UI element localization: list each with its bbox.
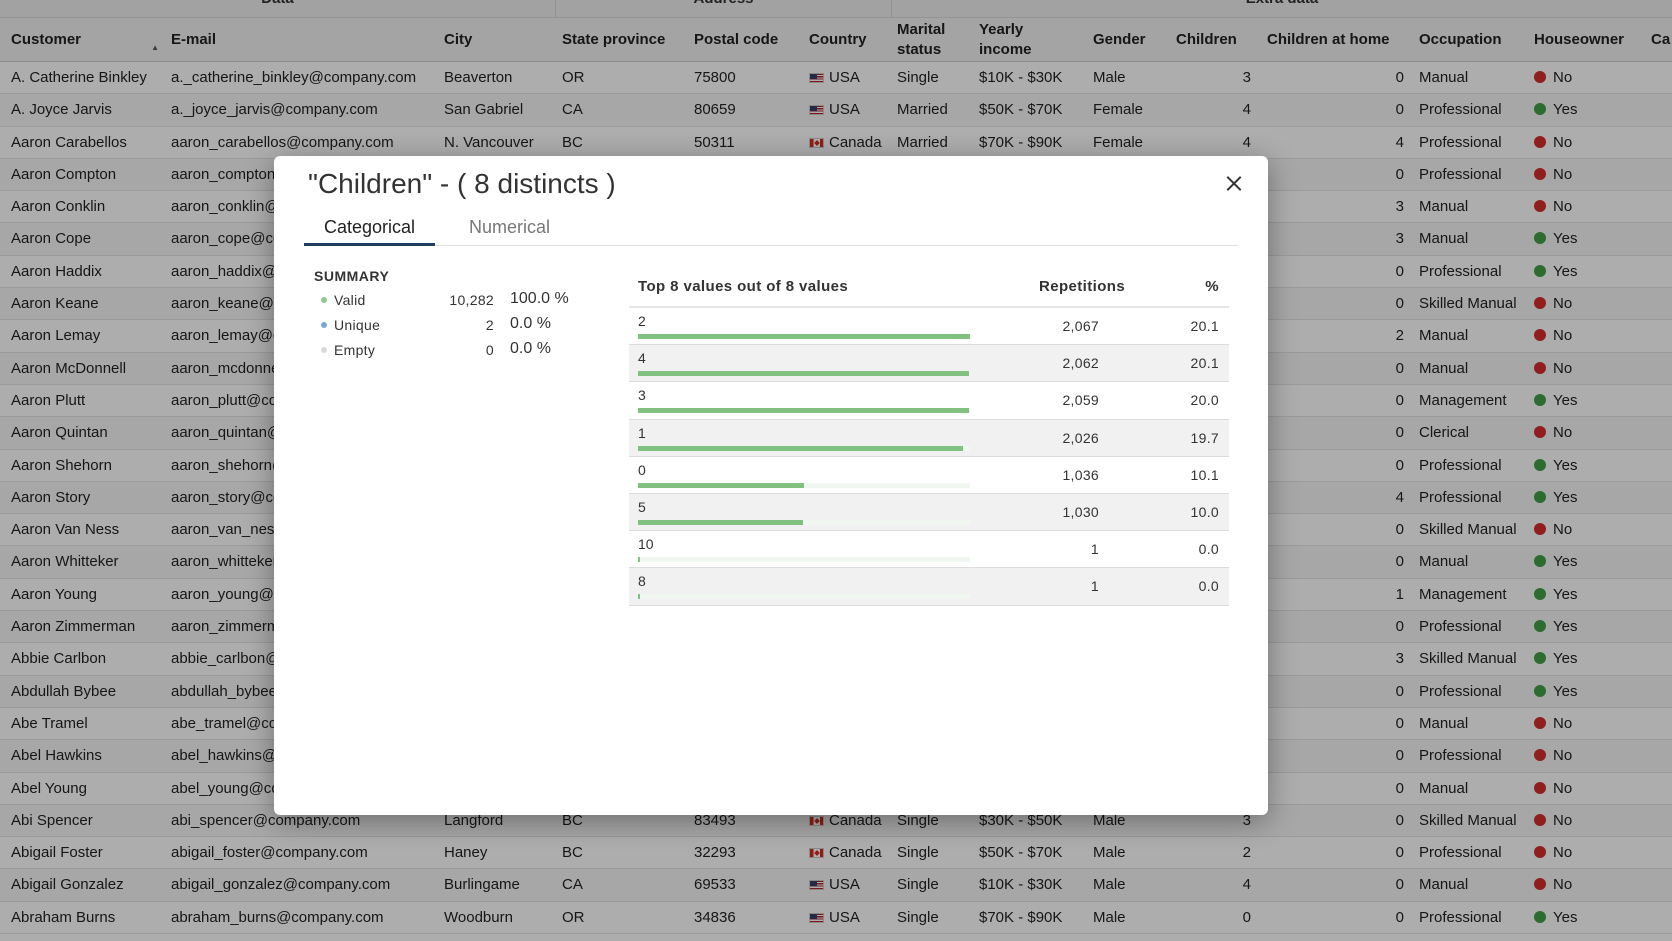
value-label: 2 bbox=[638, 313, 646, 329]
repetitions-value: 2,062 bbox=[1062, 355, 1099, 372]
percent-header[interactable]: % bbox=[1205, 278, 1219, 295]
summary-percent: 0.0 % bbox=[510, 315, 551, 332]
frequency-bar-track bbox=[638, 445, 970, 451]
percent-value: 10.0 bbox=[1190, 503, 1219, 520]
summary-row-valid: Valid 10,282 100.0 % bbox=[314, 290, 574, 315]
frequency-bar-track bbox=[638, 519, 970, 525]
frequency-bar bbox=[638, 557, 640, 563]
frequency-bar-track bbox=[638, 371, 970, 377]
value-row[interactable]: 3 2,059 20.0 bbox=[629, 382, 1229, 420]
percent-value: 19.7 bbox=[1190, 429, 1219, 446]
frequency-bar bbox=[638, 519, 804, 525]
frequency-bar bbox=[638, 334, 970, 339]
summary-label: Unique bbox=[334, 317, 381, 333]
value-row[interactable]: 5 1,030 10.0 bbox=[629, 493, 1229, 532]
percent-value: 10.1 bbox=[1190, 466, 1219, 483]
frequency-bar-track bbox=[638, 594, 970, 600]
percent-value: 20.0 bbox=[1190, 392, 1219, 409]
summary-row-empty: Empty 0 0.0 % bbox=[314, 340, 574, 365]
summary-count: 2 bbox=[485, 317, 494, 333]
value-row[interactable]: 10 1 0.0 bbox=[629, 531, 1229, 569]
value-label: 5 bbox=[638, 498, 646, 515]
tab-categorical[interactable]: Categorical bbox=[304, 212, 436, 246]
bullet-dot-icon bbox=[321, 297, 327, 303]
value-label: 0 bbox=[638, 461, 646, 478]
column-stats-dialog: "Children" - ( 8 distincts ) Categorical… bbox=[274, 156, 1268, 815]
value-label: 10 bbox=[638, 536, 654, 553]
value-row[interactable]: 0 1,036 10.1 bbox=[629, 457, 1229, 494]
summary-percent: 100.0 % bbox=[510, 290, 569, 307]
value-label: 1 bbox=[638, 424, 646, 441]
frequency-bar-track bbox=[638, 557, 970, 563]
top-values-header: Top 8 values out of 8 values Repetitions… bbox=[629, 266, 1229, 308]
summary-count: 0 bbox=[485, 342, 494, 358]
value-label: 3 bbox=[638, 387, 646, 404]
close-icon[interactable] bbox=[1220, 170, 1248, 198]
summary-row-unique: Unique 2 0.0 % bbox=[314, 315, 574, 340]
repetitions-value: 1 bbox=[1090, 578, 1099, 595]
dialog-tabs: Categorical Numerical bbox=[304, 212, 1238, 246]
frequency-bar-track bbox=[638, 408, 970, 414]
frequency-bar-track bbox=[638, 482, 970, 488]
summary-panel: SUMMARY Valid 10,282 100.0 % Unique 2 0.0 % Em… bbox=[314, 268, 574, 365]
values-header: Top 8 values out of 8 values bbox=[638, 278, 849, 295]
percent-value: 0.0 bbox=[1198, 578, 1219, 595]
summary-percent: 0.0 % bbox=[510, 340, 551, 357]
bullet-dot-icon bbox=[321, 347, 327, 353]
repetitions-value: 2,026 bbox=[1062, 429, 1099, 446]
summary-title: SUMMARY bbox=[314, 268, 390, 284]
frequency-bar bbox=[638, 408, 969, 414]
value-row[interactable]: 2 2,067 20.1 bbox=[629, 308, 1229, 346]
repetitions-value: 1,030 bbox=[1062, 503, 1099, 520]
percent-value: 0.0 bbox=[1198, 541, 1219, 558]
repetitions-value: 2,059 bbox=[1062, 392, 1099, 409]
frequency-bar bbox=[638, 594, 640, 600]
repetitions-value: 1,036 bbox=[1062, 466, 1099, 483]
bullet-dot-icon bbox=[321, 322, 327, 328]
value-row[interactable]: 1 2,026 19.7 bbox=[629, 419, 1229, 457]
value-label: 8 bbox=[638, 573, 646, 590]
repetitions-value: 1 bbox=[1090, 541, 1099, 558]
repetitions-header[interactable]: Repetitions bbox=[1039, 278, 1125, 295]
value-row[interactable]: 8 1 0.0 bbox=[629, 568, 1229, 606]
value-row[interactable]: 4 2,062 20.1 bbox=[629, 345, 1229, 383]
frequency-bar bbox=[638, 371, 970, 377]
frequency-bar bbox=[638, 445, 964, 451]
value-label: 4 bbox=[638, 350, 646, 367]
repetitions-value: 2,067 bbox=[1062, 318, 1099, 334]
top-values-table: Top 8 values out of 8 values Repetitions… bbox=[629, 266, 1229, 606]
frequency-bar bbox=[638, 482, 805, 488]
tab-numerical[interactable]: Numerical bbox=[449, 212, 570, 246]
percent-value: 20.1 bbox=[1190, 318, 1219, 334]
frequency-bar-track bbox=[638, 334, 970, 339]
summary-label: Valid bbox=[334, 292, 366, 308]
dialog-title: "Children" - ( 8 distincts ) bbox=[308, 168, 616, 199]
summary-label: Empty bbox=[334, 342, 376, 358]
summary-count: 10,282 bbox=[449, 292, 494, 308]
percent-value: 20.1 bbox=[1190, 355, 1219, 372]
